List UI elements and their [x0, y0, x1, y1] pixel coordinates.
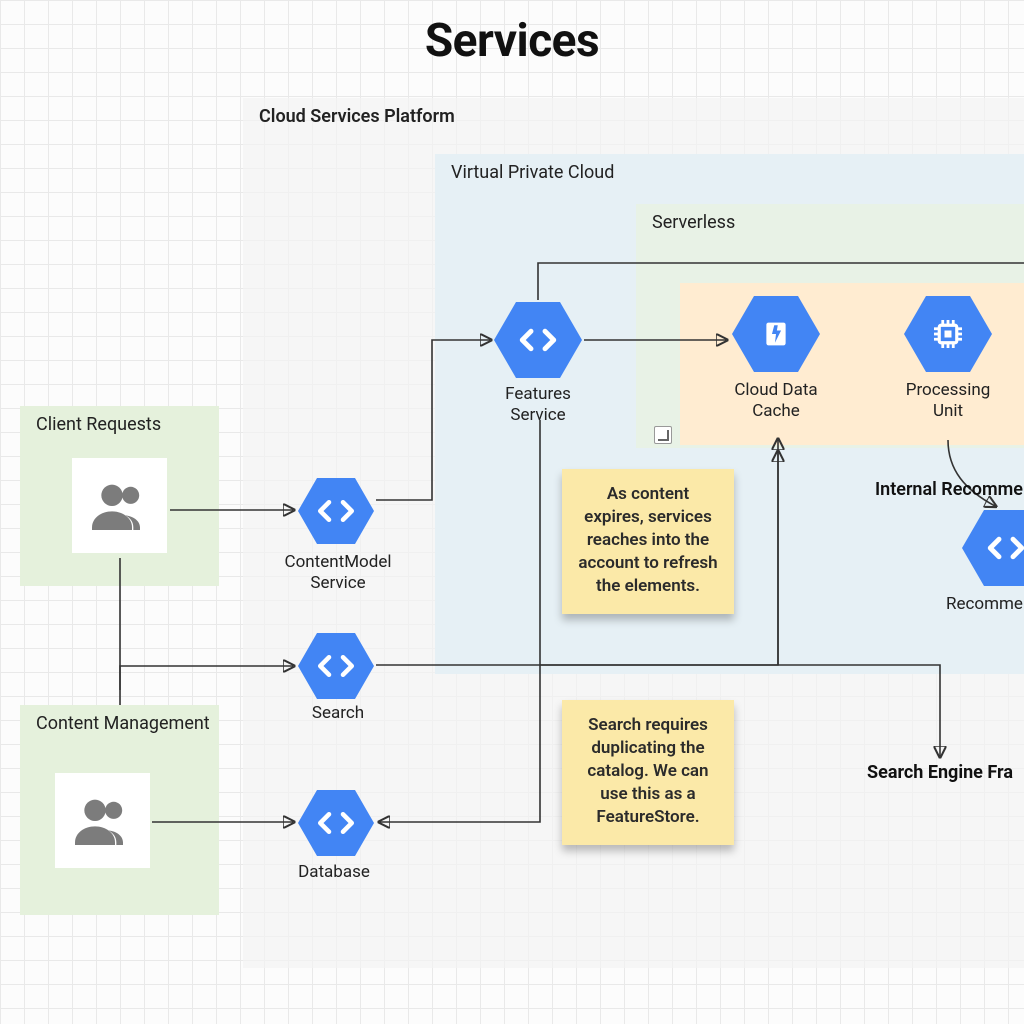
sticky-note-top[interactable]: As content expires, services reaches int… — [562, 469, 734, 614]
cache-label: Cloud DataCache — [716, 380, 836, 423]
code-icon — [315, 645, 357, 687]
region-cloud-label: Cloud Services Platform — [259, 106, 455, 127]
database-label: Database — [286, 862, 382, 883]
processing-label: ProcessingUnit — [888, 380, 1008, 423]
region-serverless-label: Serverless — [652, 212, 735, 233]
search-engine-label: Search Engine Fra — [840, 762, 1024, 783]
code-icon — [517, 319, 559, 361]
cache-icon — [755, 313, 797, 355]
chip-icon — [927, 313, 969, 355]
recommend-label: Recomme — [946, 594, 1024, 615]
page-title: Services — [0, 14, 1024, 68]
content-management-label: Content Management — [36, 713, 210, 734]
features-label: FeaturesService — [486, 384, 590, 427]
diagram-canvas[interactable]: Services Cloud Services Platform Virtual… — [0, 0, 1024, 1024]
search-label: Search — [290, 703, 386, 724]
region-vpc-label: Virtual Private Cloud — [451, 162, 614, 183]
code-icon — [315, 490, 357, 532]
content-model-label: ContentModelService — [270, 552, 406, 595]
people-icon — [88, 474, 152, 538]
content-management-icon — [55, 773, 150, 868]
internal-recommend-label: Internal Recommen — [854, 479, 1024, 500]
code-icon — [315, 802, 357, 844]
client-requests-icon — [72, 458, 167, 553]
code-icon — [985, 527, 1024, 569]
people-icon — [71, 789, 135, 853]
sticky-note-bottom[interactable]: Search requires duplicating the catalog.… — [562, 700, 734, 845]
client-requests-label: Client Requests — [36, 414, 161, 435]
resize-handle-icon[interactable] — [654, 426, 672, 444]
